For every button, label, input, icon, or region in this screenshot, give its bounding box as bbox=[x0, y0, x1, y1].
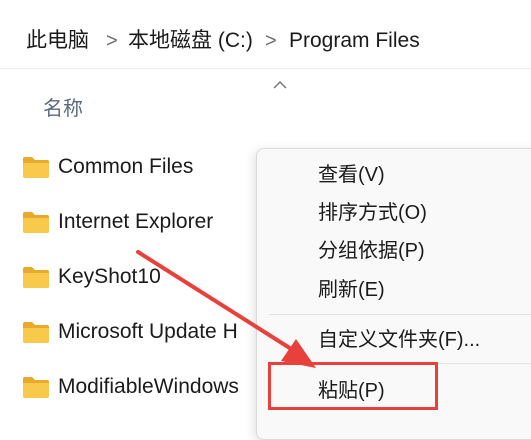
menu-divider bbox=[269, 363, 531, 364]
list-item[interactable]: KeyShot10 bbox=[0, 257, 270, 297]
file-name: Common Files bbox=[58, 155, 194, 178]
folder-icon bbox=[23, 267, 49, 288]
folder-icon bbox=[23, 322, 49, 343]
menu-item-refresh[interactable]: 刷新(E) bbox=[318, 276, 385, 304]
list-item[interactable]: Internet Explorer bbox=[0, 202, 270, 242]
folder-icon bbox=[23, 212, 49, 233]
list-item[interactable]: ModifiableWindows bbox=[0, 367, 270, 407]
folder-icon bbox=[23, 157, 49, 178]
menu-item-group-by[interactable]: 分组依据(P) bbox=[318, 237, 425, 265]
menu-divider bbox=[269, 314, 531, 315]
menu-item-sort-by[interactable]: 排序方式(O) bbox=[318, 199, 427, 227]
menu-item-view[interactable]: 查看(V) bbox=[318, 161, 385, 189]
file-name: Microsoft Update H bbox=[58, 320, 238, 343]
menu-item-paste[interactable]: 粘贴(P) bbox=[318, 377, 385, 405]
menu-item-customize-folder[interactable]: 自定义文件夹(F)... bbox=[318, 326, 480, 354]
file-name: Internet Explorer bbox=[58, 210, 214, 233]
list-item[interactable]: Microsoft Update H bbox=[0, 312, 270, 352]
file-name: ModifiableWindows bbox=[58, 375, 239, 398]
folder-icon bbox=[23, 377, 49, 398]
file-name: KeyShot10 bbox=[58, 265, 161, 288]
list-item[interactable]: Common Files bbox=[0, 147, 270, 187]
context-menu: 查看(V) 排序方式(O) 分组依据(P) 刷新(E) 自定义文件夹(F)...… bbox=[256, 148, 531, 440]
